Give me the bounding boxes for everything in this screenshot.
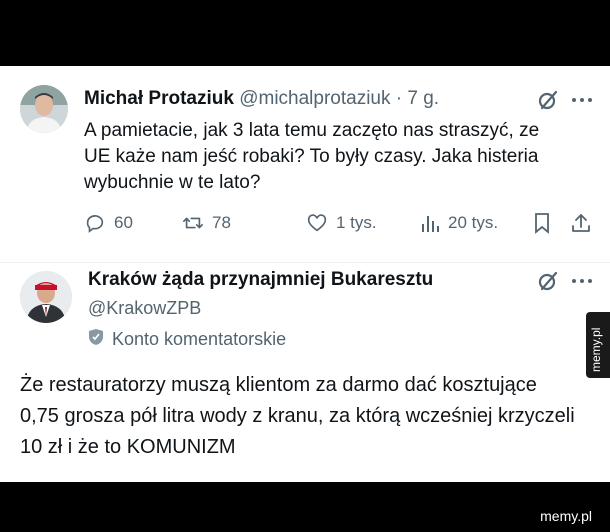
share-button[interactable] [570,212,592,234]
tweet-time[interactable]: 7 g. [407,88,439,109]
tweet-actions: 60 78 1 tys. 20 tys. [0,212,610,238]
avatar[interactable] [20,271,72,323]
account-badge: Konto komentatorskie [88,328,286,351]
bottom-watermark: memy.pl [540,508,592,524]
retweet-button[interactable]: 78 [182,212,231,234]
like-count: 1 tys. [336,213,377,232]
more-dots-icon[interactable] [571,91,593,109]
bookmark-button[interactable] [533,212,551,234]
author-name[interactable]: Kraków żąda przynajmniej Bukaresztu [88,269,433,291]
shield-icon [88,328,104,351]
views-count: 20 tys. [448,213,499,232]
author-name[interactable]: Michał Protaziuk [84,88,234,109]
reply-count: 60 [114,213,133,232]
reply-button[interactable]: 60 [84,212,133,234]
screenshot-card: Michał Protaziuk @michalprotaziuk · 7 g.… [0,66,610,482]
views-icon [420,212,440,234]
author-handle[interactable]: @KrakowZPB [88,298,201,319]
side-watermark-text: memy.pl [589,327,603,372]
avatar[interactable] [20,85,68,133]
retweet-icon [182,212,204,234]
side-watermark: memy.pl [586,312,610,378]
retweet-count: 78 [212,213,231,232]
grok-icon[interactable] [536,88,560,117]
views-button[interactable]: 20 tys. [420,212,498,234]
author-handle[interactable]: @michalprotaziuk [239,88,390,109]
badge-label: Konto komentatorskie [112,329,287,349]
bookmark-icon [533,212,551,234]
heart-icon [306,212,328,234]
share-icon [570,212,592,234]
divider [0,262,610,263]
grok-icon[interactable] [536,269,560,298]
separator: · [390,88,408,109]
tweet-text: Że restauratorzy muszą klientom za darmo… [20,374,575,458]
tweet-text: A pamietacie, jak 3 lata temu zaczęto na… [84,120,540,193]
like-button[interactable]: 1 tys. [306,212,377,234]
tweet-header: Michał Protaziuk @michalprotaziuk · 7 g. [84,88,439,110]
more-dots-icon[interactable] [571,272,593,290]
reply-icon [84,212,106,234]
